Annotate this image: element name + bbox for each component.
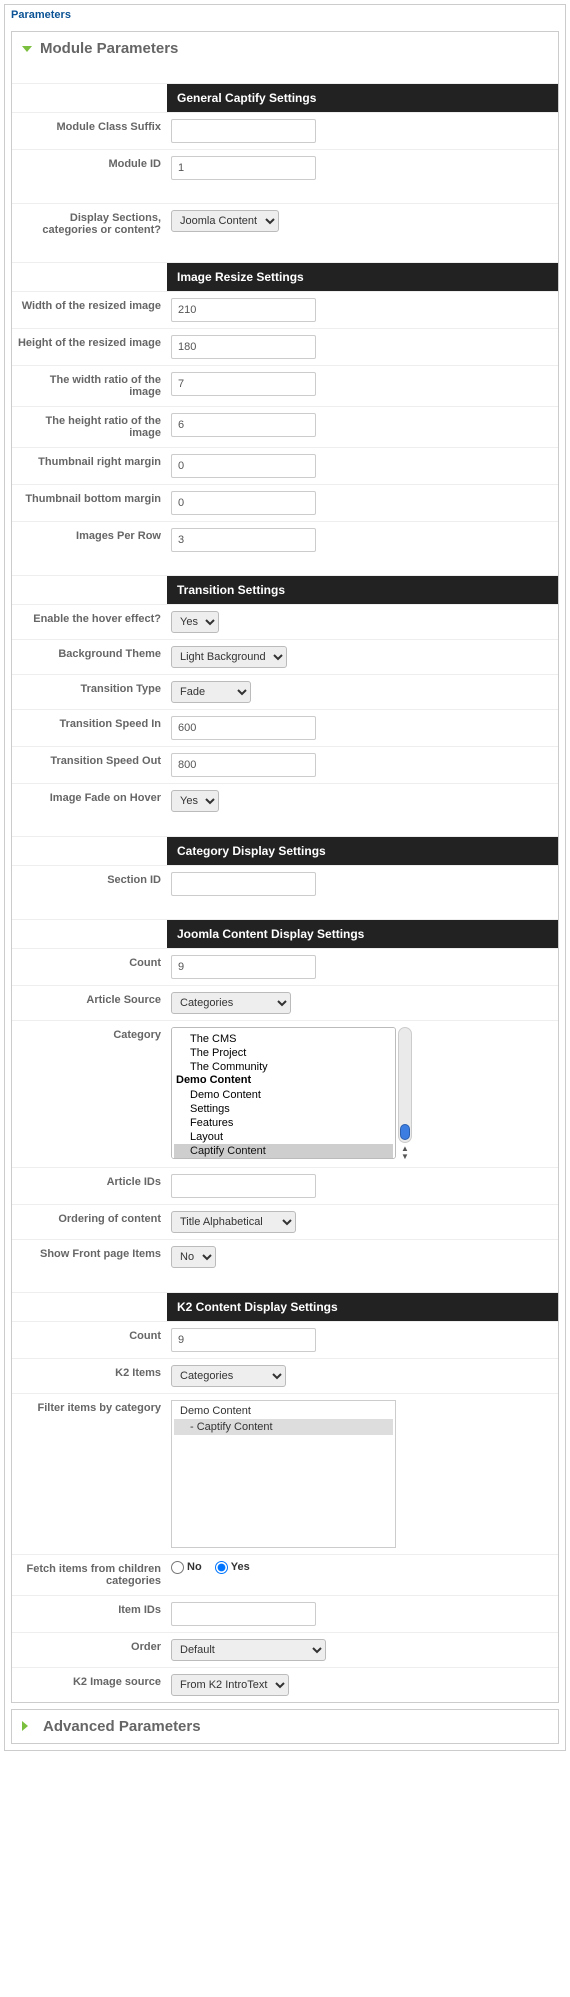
advanced-pane-title: Advanced Parameters [43, 1718, 201, 1735]
input-thumb-right[interactable] [171, 454, 316, 478]
radio-no-label[interactable]: No [171, 1561, 202, 1573]
input-speed-in[interactable] [171, 716, 316, 740]
section-k2-content: K2 Content Display Settings [167, 1293, 558, 1321]
scroll-thumb[interactable] [400, 1124, 410, 1140]
filter-item[interactable]: Demo Content [174, 1403, 393, 1419]
label-transition-type: Transition Type [12, 675, 167, 710]
label-count: Count [12, 949, 167, 986]
label-front-page: Show Front page Items [12, 1240, 167, 1275]
chevron-down-icon [22, 46, 32, 52]
section-category-display: Category Display Settings [167, 837, 558, 865]
radio-no[interactable] [171, 1561, 184, 1574]
parameters-panel: Parameters Module Parameters General Cap… [4, 4, 566, 1751]
input-section-id[interactable] [171, 872, 316, 896]
input-article-ids[interactable] [171, 1174, 316, 1198]
label-enable-hover: Enable the hover effect? [12, 605, 167, 640]
input-resize-width[interactable] [171, 298, 316, 322]
select-fade-on-hover[interactable]: Yes [171, 790, 219, 812]
select-display-sections[interactable]: Joomla Content [171, 210, 279, 232]
label-images-per-row: Images Per Row [12, 521, 167, 558]
label-speed-out: Transition Speed Out [12, 747, 167, 784]
input-module-id[interactable] [171, 156, 316, 180]
label-module-id: Module ID [12, 149, 167, 186]
label-order: Order [12, 1632, 167, 1667]
label-bg-theme: Background Theme [12, 640, 167, 675]
label-resize-height: Height of the resized image [12, 328, 167, 365]
label-section-id: Section ID [12, 865, 167, 902]
select-bg-theme[interactable]: Light Background [171, 646, 287, 668]
label-fade-on-hover: Image Fade on Hover [12, 784, 167, 819]
select-ordering[interactable]: Title Alphabetical [171, 1211, 296, 1233]
label-width-ratio: The width ratio of the image [12, 365, 167, 406]
input-width-ratio[interactable] [171, 372, 316, 396]
select-enable-hover[interactable]: Yes [171, 611, 219, 633]
input-height-ratio[interactable] [171, 413, 316, 437]
module-pane-toggle[interactable]: Module Parameters [12, 32, 558, 65]
module-parameters-pane: Module Parameters General Captify Settin… [11, 31, 559, 1703]
input-item-ids[interactable] [171, 1602, 316, 1626]
chevron-right-icon [22, 1721, 33, 1731]
module-pane-title: Module Parameters [40, 40, 178, 57]
advanced-parameters-pane: Advanced Parameters [11, 1709, 559, 1744]
category-scrollbar[interactable]: ▲▼ [398, 1027, 412, 1161]
label-category: Category [12, 1021, 167, 1168]
select-k2-items[interactable]: Categories [171, 1365, 286, 1387]
select-category[interactable]: The CMSThe ProjectThe CommunityDemo Cont… [171, 1027, 396, 1159]
label-article-ids: Article IDs [12, 1168, 167, 1205]
module-pane-body: General Captify Settings Module Class Su… [12, 65, 558, 1702]
k2-filter-list[interactable]: Demo Content- Captify Content [171, 1400, 396, 1548]
filter-item[interactable]: - Captify Content [174, 1419, 393, 1435]
label-k2-count: Count [12, 1321, 167, 1358]
section-general: General Captify Settings [167, 84, 558, 112]
advanced-pane-toggle[interactable]: Advanced Parameters [12, 1710, 558, 1743]
input-thumb-bottom[interactable] [171, 491, 316, 515]
radio-yes[interactable] [215, 1561, 228, 1574]
label-k2-image-source: K2 Image source [12, 1667, 167, 1702]
label-thumb-right: Thumbnail right margin [12, 447, 167, 484]
label-module-class-suffix: Module Class Suffix [12, 112, 167, 149]
label-thumb-bottom: Thumbnail bottom margin [12, 484, 167, 521]
label-article-source: Article Source [12, 986, 167, 1021]
input-module-class-suffix[interactable] [171, 119, 316, 143]
input-k2-count[interactable] [171, 1328, 316, 1352]
select-k2-image-source[interactable]: From K2 IntroText [171, 1674, 289, 1696]
label-fetch-children: Fetch items from children categories [12, 1554, 167, 1595]
label-speed-in: Transition Speed In [12, 710, 167, 747]
input-images-per-row[interactable] [171, 528, 316, 552]
label-resize-width: Width of the resized image [12, 291, 167, 328]
label-height-ratio: The height ratio of the image [12, 406, 167, 447]
params-table: General Captify Settings Module Class Su… [12, 65, 558, 1702]
section-transition: Transition Settings [167, 576, 558, 604]
scroll-down-icon[interactable]: ▼ [401, 1153, 409, 1161]
label-display-sections: Display Sections, categories or content? [12, 204, 167, 245]
panel-title: Parameters [5, 5, 565, 25]
label-filter-category: Filter items by category [12, 1393, 167, 1554]
input-resize-height[interactable] [171, 335, 316, 359]
radio-yes-label[interactable]: Yes [215, 1561, 250, 1573]
label-k2-items: K2 Items [12, 1358, 167, 1393]
section-joomla-content: Joomla Content Display Settings [167, 920, 558, 948]
section-image-resize: Image Resize Settings [167, 263, 558, 291]
select-front-page[interactable]: No [171, 1246, 216, 1268]
select-order[interactable]: Default [171, 1639, 326, 1661]
select-transition-type[interactable]: Fade [171, 681, 251, 703]
input-speed-out[interactable] [171, 753, 316, 777]
label-item-ids: Item IDs [12, 1595, 167, 1632]
label-ordering: Ordering of content [12, 1205, 167, 1240]
input-count[interactable] [171, 955, 316, 979]
radio-fetch-children: No Yes [171, 1561, 260, 1573]
select-article-source[interactable]: Categories [171, 992, 291, 1014]
